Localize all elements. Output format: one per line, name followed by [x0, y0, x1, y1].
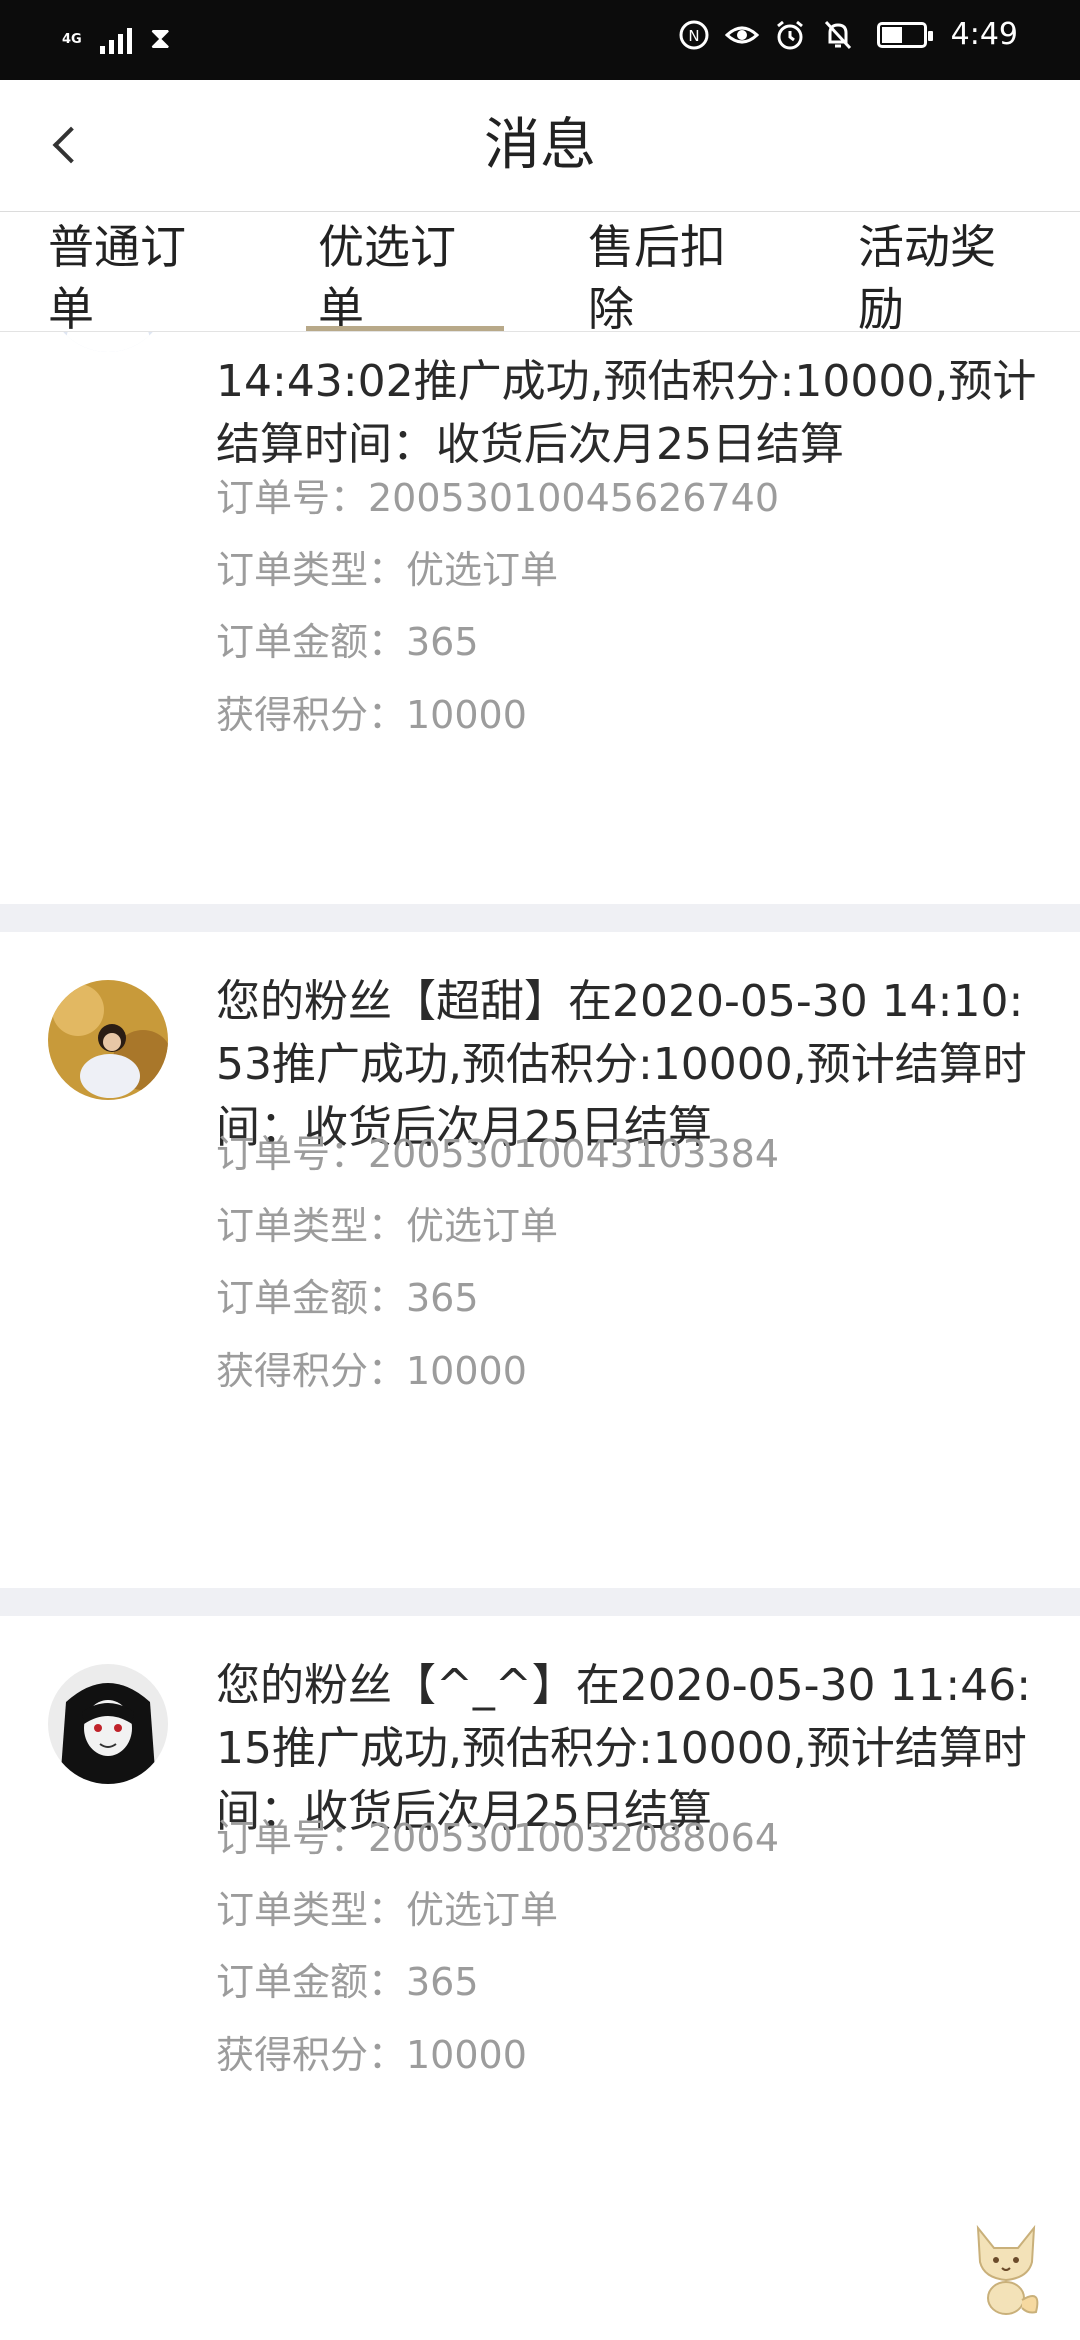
order-type: 订单类型：优选订单 — [216, 1204, 559, 1248]
message-card[interactable]: 您的粉丝【超甜】在2020-05-30 14:10:53推广成功,预估积分:10… — [0, 932, 1080, 1588]
alarm-icon — [773, 18, 807, 52]
status-bar: 4G ⧗ N 4:49 — [0, 0, 1080, 80]
tab-activity-rewards[interactable]: 活动奖励 — [858, 216, 1008, 331]
list-divider — [0, 1588, 1080, 1616]
tab-preferred-orders[interactable]: 优选订单 — [318, 216, 468, 331]
tab-normal-orders[interactable]: 普通订单 — [48, 216, 198, 331]
fox-mascot-icon[interactable] — [966, 2218, 1046, 2318]
status-bar-left: 4G ⧗ — [62, 22, 171, 56]
order-type: 订单类型：优选订单 — [216, 548, 559, 592]
message-list[interactable]: 14:43:02推广成功,预估积分:10000,预计结算时间：收货后次月25日结… — [0, 332, 1080, 2340]
points-earned: 获得积分：10000 — [216, 693, 527, 737]
order-number: 订单号：20053010045626740 — [216, 476, 780, 520]
avatar — [48, 1664, 168, 1784]
tab-bar: 普通订单 优选订单 售后扣除 活动奖励 — [0, 212, 1080, 332]
order-number: 订单号：20053010032088064 — [216, 1816, 780, 1860]
order-amount: 订单金额：365 — [216, 1276, 479, 1320]
order-amount: 订单金额：365 — [216, 620, 479, 664]
order-amount: 订单金额：365 — [216, 1960, 479, 2004]
message-card[interactable]: 您的粉丝【^_^】在2020-05-30 11:46:15推广成功,预估积分:1… — [0, 1616, 1080, 2340]
status-bar-right: N 4:49 — [677, 18, 1018, 52]
avatar — [48, 980, 168, 1100]
bell-off-icon — [821, 18, 855, 52]
points-earned: 获得积分：10000 — [216, 2033, 527, 2077]
signal-bars-icon — [99, 24, 132, 54]
message-text: 14:43:02推广成功,预估积分:10000,预计结算时间：收货后次月25日结… — [216, 356, 1037, 470]
clock: 4:49 — [950, 17, 1018, 52]
message-card[interactable]: 14:43:02推广成功,预估积分:10000,预计结算时间：收货后次月25日结… — [0, 332, 1080, 904]
order-number: 订单号：20053010043103384 — [216, 1132, 780, 1176]
svg-text:N: N — [688, 27, 699, 45]
hourglass-icon: ⧗ — [149, 21, 171, 56]
network-type: 4G — [62, 31, 82, 47]
tab-after-sales-deductions[interactable]: 售后扣除 — [588, 216, 738, 331]
order-type: 订单类型：优选订单 — [216, 1888, 559, 1932]
eye-icon — [724, 18, 759, 52]
nfc-icon: N — [677, 18, 711, 52]
page-title: 消息 — [484, 113, 596, 178]
points-earned: 获得积分：10000 — [216, 1349, 527, 1393]
screen: 4G ⧗ N 4:49 消息 普通订单 优选订单 售后扣除 活动奖励 14:43… — [0, 0, 1080, 2340]
battery-icon — [876, 22, 933, 48]
header: 消息 — [0, 80, 1080, 212]
list-divider — [0, 904, 1080, 932]
avatar — [48, 332, 168, 352]
active-tab-indicator — [306, 326, 504, 331]
